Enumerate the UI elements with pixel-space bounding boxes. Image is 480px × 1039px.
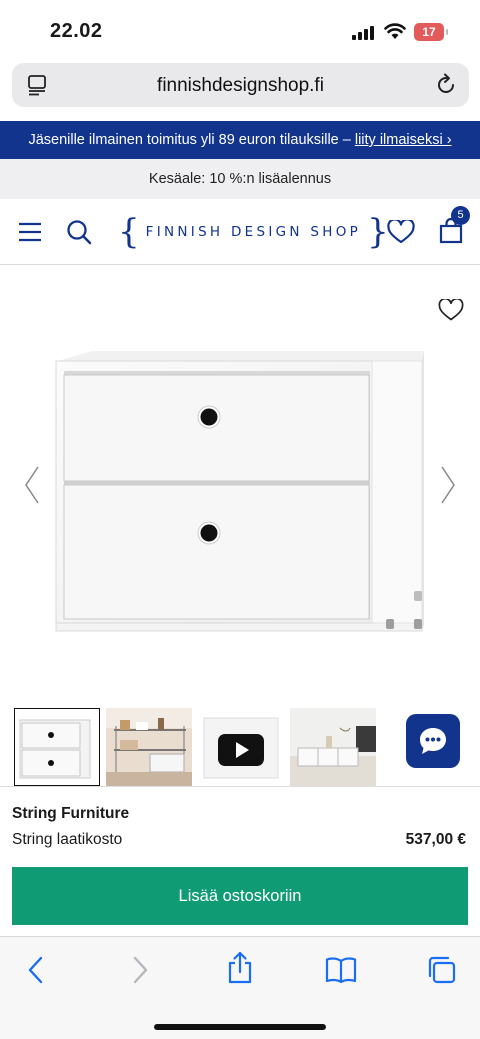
product-image-gallery[interactable]	[0, 265, 480, 705]
battery-level: 17	[422, 25, 436, 39]
thumbnail-sideboard-room[interactable]	[290, 708, 376, 786]
logo-brace-left: {	[118, 212, 140, 252]
add-to-cart-button[interactable]: Lisää ostoskoriin	[12, 867, 468, 925]
chat-button[interactable]	[406, 714, 460, 768]
forward-chevron-icon[interactable]	[128, 955, 152, 985]
thumbnail-video[interactable]	[198, 708, 284, 786]
thumbnail-shelving-interior[interactable]	[106, 708, 192, 786]
sale-banner: Kesäale: 10 %:n lisäalennus	[0, 159, 480, 199]
home-indicator	[154, 1024, 326, 1030]
wifi-icon	[384, 23, 406, 39]
logo-wordmark: FINNISH DESIGN SHOP	[145, 224, 362, 240]
reload-icon[interactable]	[435, 73, 457, 97]
previous-image-chevron-icon[interactable]	[22, 465, 42, 505]
logo-brace-right: }	[367, 212, 389, 252]
url-domain: finnishdesignshop.fi	[157, 75, 324, 96]
sale-banner-text: Kesäale: 10 %:n lisäalennus	[148, 171, 332, 187]
cart-count-badge: 5	[451, 206, 470, 225]
status-bar: 22.02 17	[0, 0, 480, 58]
tabs-icon[interactable]	[426, 955, 458, 985]
site-logo[interactable]: { FINNISH DESIGN SHOP }	[118, 215, 389, 249]
status-time: 22.02	[50, 20, 103, 42]
product-info-bar: String Furniture String laatikosto 537,0…	[0, 786, 480, 936]
next-image-chevron-icon[interactable]	[438, 465, 458, 505]
cellular-signal-icon	[352, 26, 374, 40]
thumbnail-drawer-unit[interactable]	[14, 708, 100, 786]
product-price: 537,00 €	[405, 831, 466, 848]
product-brand[interactable]: String Furniture	[12, 805, 129, 823]
hamburger-menu-icon[interactable]	[18, 221, 42, 243]
product-name: String laatikosto	[12, 831, 123, 848]
chat-bubble-icon	[420, 728, 446, 754]
site-header: { FINNISH DESIGN SHOP }	[0, 199, 480, 265]
back-chevron-icon[interactable]	[24, 955, 48, 985]
share-icon[interactable]	[226, 951, 254, 985]
wishlist-heart-icon[interactable]	[387, 220, 415, 244]
product-photo-drawer-unit	[55, 351, 424, 632]
membership-banner: Jäsenille ilmainen toimitus yli 89 euron…	[0, 121, 480, 159]
battery-icon: 17	[414, 23, 448, 41]
add-to-favourites-heart-icon[interactable]	[438, 299, 464, 321]
url-bar[interactable]: finnishdesignshop.fi	[12, 63, 469, 107]
bookmarks-icon[interactable]	[324, 955, 358, 985]
membership-banner-text: Jäsenille ilmainen toimitus yli 89 euron…	[28, 132, 355, 148]
join-free-link[interactable]: liity ilmaiseksi ›	[355, 132, 452, 148]
search-icon[interactable]	[66, 219, 92, 245]
